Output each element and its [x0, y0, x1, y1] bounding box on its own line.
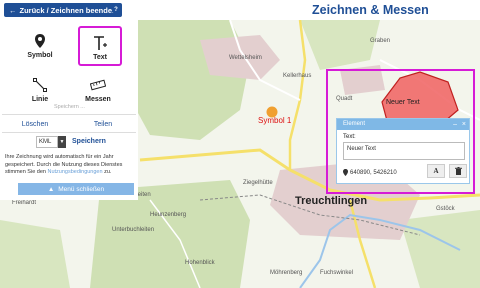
place-label: Kellerhaus	[283, 73, 312, 79]
tool-label: Messen	[85, 96, 111, 103]
close-menu-label: Menü schließen	[58, 185, 105, 193]
place-label: Heunzenberg	[150, 212, 187, 218]
save-button[interactable]: Speichern	[72, 138, 106, 145]
trash-icon[interactable]	[449, 164, 467, 178]
divider	[2, 132, 136, 133]
tool-measure[interactable]: Messen	[78, 70, 118, 106]
place-label: Wettelsheim	[229, 55, 262, 61]
arrow-up-icon: ▲	[47, 185, 55, 193]
place-label: Ziegelhütte	[243, 180, 273, 186]
tool-label: Symbol	[27, 52, 53, 59]
info-text-suffix: zu.	[102, 169, 112, 175]
place-label: Gstöck	[436, 206, 455, 212]
share-button[interactable]: Teilen	[70, 117, 136, 131]
popup-title: Element	[343, 121, 366, 127]
popup-header: Element – ×	[337, 119, 469, 130]
text-input[interactable]: Neuer Text	[343, 142, 465, 160]
place-label: Freihardt	[12, 200, 37, 206]
tool-line[interactable]: Linie	[20, 70, 60, 106]
drawing-panel: Symbol Text Linie Messen Speichern ... L…	[0, 20, 138, 200]
place-label: Graben	[370, 38, 391, 44]
tool-symbol[interactable]: Symbol	[20, 26, 60, 62]
tool-text[interactable]: Text	[78, 26, 122, 66]
delete-button[interactable]: Löschen	[2, 117, 68, 131]
arrow-left-icon: ←	[9, 5, 17, 15]
coordinates-value: 640890, 5426210	[350, 169, 397, 176]
format-select[interactable]: KML	[36, 136, 58, 148]
save-hint: Speichern ...	[54, 104, 85, 110]
back-button[interactable]: ← Zurück / Zeichnen beenden	[4, 3, 122, 17]
place-label: Unterbuchleiten	[112, 227, 155, 233]
place-label: Möhrenberg	[270, 270, 303, 276]
pin-icon	[31, 32, 49, 50]
location-icon	[343, 169, 348, 176]
line-icon	[31, 76, 49, 94]
tool-label: Text	[93, 54, 107, 61]
close-menu-button[interactable]: ▲ Menü schließen	[18, 183, 134, 195]
minimize-icon[interactable]: –	[453, 119, 457, 130]
coordinates: 640890, 5426210	[343, 169, 397, 176]
new-text-label[interactable]: Neuer Text	[386, 99, 420, 106]
help-icon[interactable]: ?	[112, 6, 120, 14]
text-icon	[91, 34, 109, 52]
place-label: Fuchswinkel	[320, 270, 354, 276]
symbol-label[interactable]: Symbol 1	[258, 116, 291, 125]
terms-link[interactable]: Nutzungsbedingungen	[48, 169, 103, 175]
close-icon[interactable]: ×	[462, 119, 466, 130]
tool-label: Linie	[31, 96, 49, 103]
page-title: Zeichnen & Messen	[312, 3, 429, 17]
element-popup: Element – × Text: Neuer Text 640890, 542…	[336, 118, 470, 184]
place-label: Hohenblick	[185, 260, 215, 266]
divider	[2, 114, 136, 115]
chevron-down-icon[interactable]: ▼	[58, 136, 66, 148]
text-field-label: Text:	[343, 134, 356, 140]
town-label: Treuchtlingen	[295, 195, 368, 207]
font-button[interactable]: A	[427, 164, 445, 178]
info-text: Ihre Zeichnung wird automatisch für ein …	[5, 154, 135, 177]
top-bar: ← Zurück / Zeichnen beenden ? Zeichnen &…	[0, 0, 480, 20]
back-button-label: Zurück / Zeichnen beenden	[19, 5, 117, 15]
ruler-icon	[89, 76, 107, 94]
place-label: Quadt	[336, 96, 353, 102]
